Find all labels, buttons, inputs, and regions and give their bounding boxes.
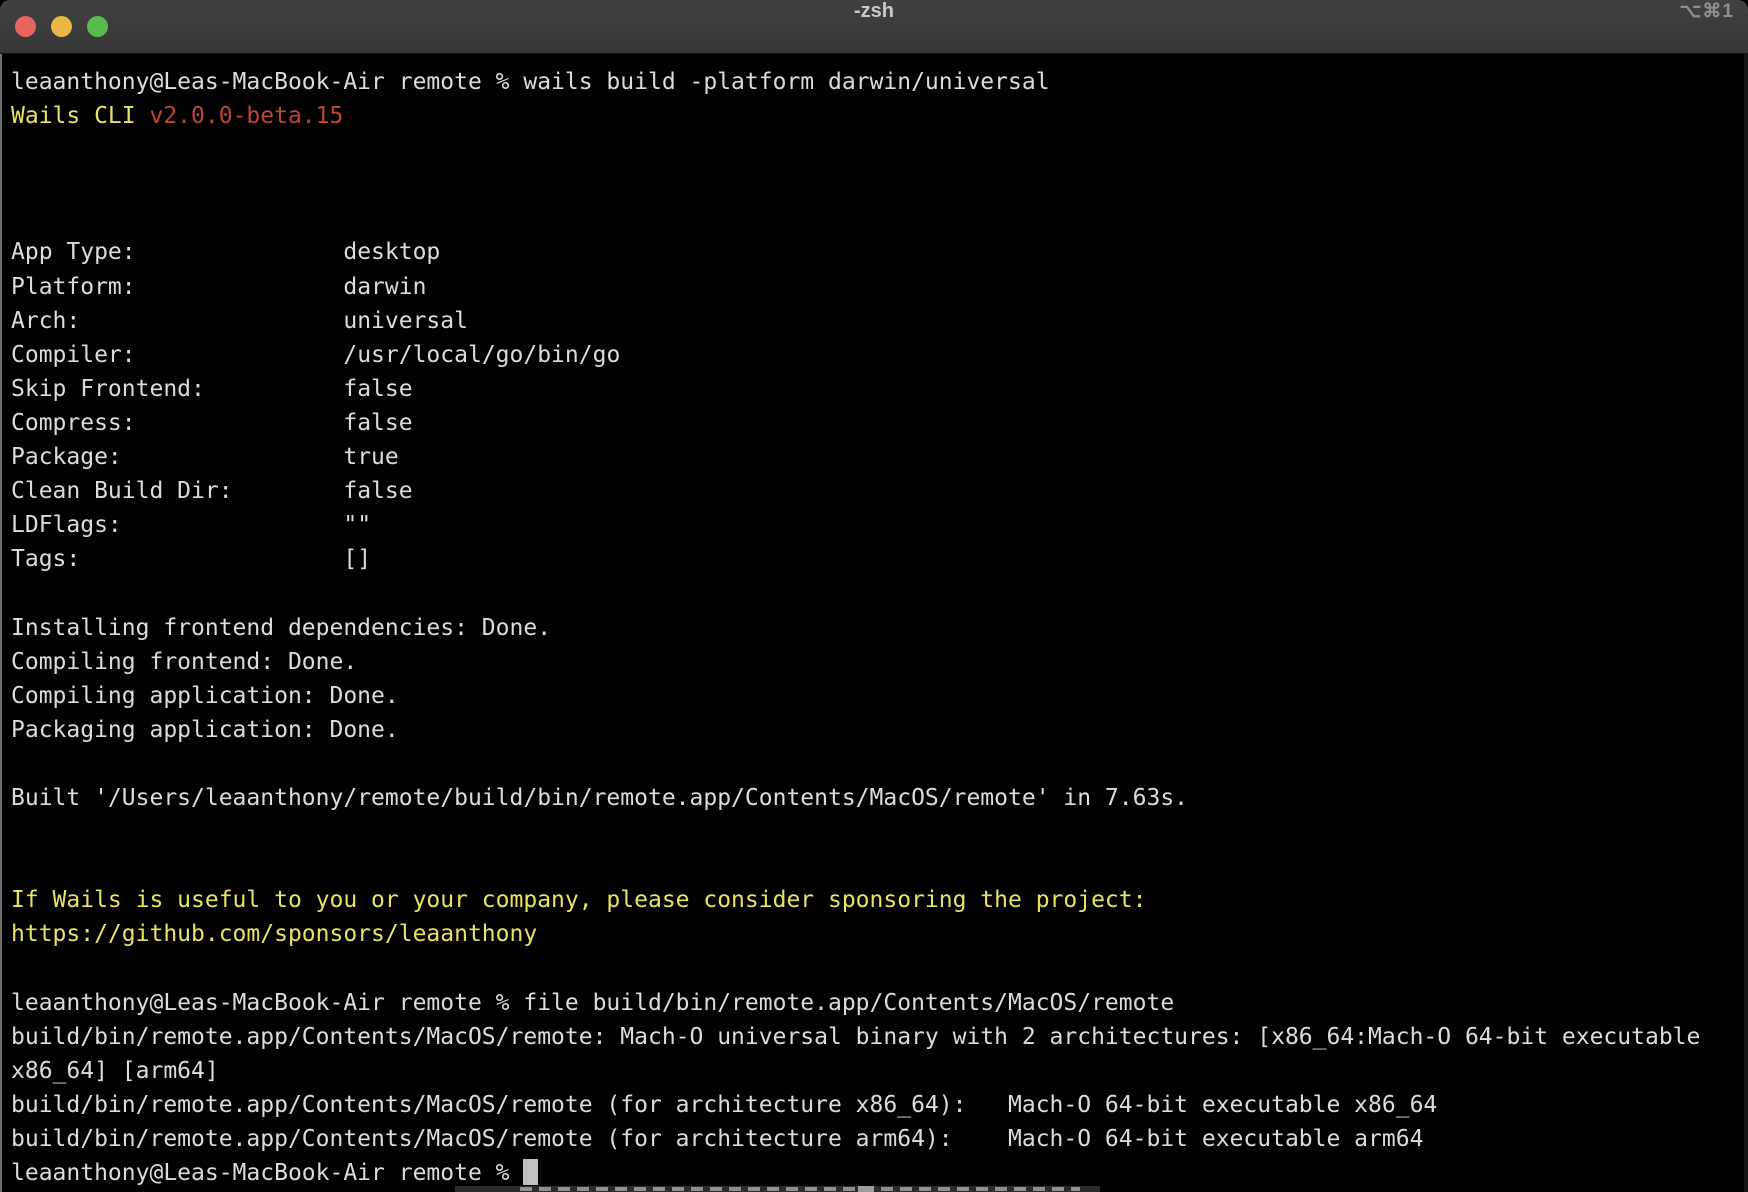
config-value: universal — [343, 308, 468, 334]
terminal-line: build/bin/remote.app/Contents/MacOS/remo… — [11, 1122, 1744, 1156]
terminal-line — [11, 815, 1744, 849]
config-value: /usr/local/go/bin/go — [343, 342, 620, 368]
terminal-line: Built '/Users/leaanthony/remote/build/bi… — [11, 781, 1744, 815]
config-value: desktop — [343, 239, 440, 265]
config-label: Arch: — [11, 308, 343, 334]
text-segment: leaanthony@Leas-MacBook-Air remote % — [11, 1160, 523, 1186]
config-value: darwin — [343, 274, 426, 300]
text-segment: leaanthony@Leas-MacBook-Air remote % wai… — [11, 69, 1050, 95]
terminal-line: Clean Build Dir: false — [11, 474, 1744, 508]
text-segment: Installing frontend dependencies: Done. — [11, 615, 551, 641]
config-label: Tags: — [11, 546, 343, 572]
text-segment: build/bin/remote.app/Contents/MacOS/remo… — [11, 1092, 1437, 1118]
terminal-line — [11, 849, 1744, 883]
terminal-line — [11, 747, 1744, 781]
text-segment: Compiling frontend: Done. — [11, 649, 357, 675]
config-value: [] — [343, 546, 371, 572]
terminal-line — [11, 576, 1744, 610]
terminal-line: Tags: [] — [11, 542, 1744, 576]
terminal-line: LDFlags: "" — [11, 508, 1744, 542]
terminal-line: Wails CLI v2.0.0-beta.15 — [11, 99, 1744, 133]
terminal-line: App Type: desktop — [11, 235, 1744, 269]
terminal-body[interactable]: leaanthony@Leas-MacBook-Air remote % wai… — [0, 54, 1748, 1192]
terminal-line — [11, 201, 1744, 235]
config-label: Platform: — [11, 274, 343, 300]
config-value: false — [343, 376, 412, 402]
text-segment: Wails CLI — [11, 103, 149, 129]
config-label: App Type: — [11, 239, 343, 265]
config-value: false — [343, 410, 412, 436]
text-segment: Built '/Users/leaanthony/remote/build/bi… — [11, 785, 1188, 811]
terminal-line: Compress: false — [11, 406, 1744, 440]
config-value: true — [343, 444, 398, 470]
text-segment: leaanthony@Leas-MacBook-Air remote % fil… — [11, 990, 1174, 1016]
terminal-line — [11, 167, 1744, 201]
close-button[interactable] — [15, 16, 36, 37]
title-bar[interactable]: -zsh ⌥⌘1 — [0, 0, 1748, 54]
terminal-line — [11, 951, 1744, 985]
background-window-text-fragments — [520, 1187, 1080, 1191]
text-segment: build/bin/remote.app/Contents/MacOS/remo… — [11, 1126, 1423, 1152]
terminal-line: leaanthony@Leas-MacBook-Air remote % wai… — [11, 65, 1744, 99]
text-segment: build/bin/remote.app/Contents/MacOS/remo… — [11, 1024, 1714, 1050]
terminal-line: Compiler: /usr/local/go/bin/go — [11, 338, 1744, 372]
terminal-line: Skip Frontend: false — [11, 372, 1744, 406]
terminal-line: Installing frontend dependencies: Done. — [11, 611, 1744, 645]
terminal-line: Packaging application: Done. — [11, 713, 1744, 747]
terminal-line: If Wails is useful to you or your compan… — [11, 883, 1744, 917]
terminal-line: build/bin/remote.app/Contents/MacOS/remo… — [11, 1088, 1744, 1122]
terminal-line: Compiling application: Done. — [11, 679, 1744, 713]
terminal-line — [11, 133, 1744, 167]
config-label: Clean Build Dir: — [11, 478, 343, 504]
zoom-button[interactable] — [87, 16, 108, 37]
active-prompt-line: leaanthony@Leas-MacBook-Air remote % — [11, 1156, 1744, 1190]
minimize-button[interactable] — [51, 16, 72, 37]
config-label: Package: — [11, 444, 343, 470]
config-label: Compiler: — [11, 342, 343, 368]
text-segment: x86_64] [arm64] — [11, 1058, 219, 1084]
terminal-line: Arch: universal — [11, 304, 1744, 338]
config-label: LDFlags: — [11, 512, 343, 538]
config-label: Skip Frontend: — [11, 376, 343, 402]
background-window-fragment — [858, 1186, 874, 1192]
traffic-lights — [15, 16, 108, 37]
terminal-cursor — [523, 1159, 538, 1185]
text-segment: Packaging application: Done. — [11, 717, 399, 743]
config-value: "" — [343, 512, 371, 538]
terminal-window: -zsh ⌥⌘1 leaanthony@Leas-MacBook-Air rem… — [0, 0, 1748, 1192]
config-label: Compress: — [11, 410, 343, 436]
config-value: false — [343, 478, 412, 504]
terminal-line: Compiling frontend: Done. — [11, 645, 1744, 679]
terminal-line: build/bin/remote.app/Contents/MacOS/remo… — [11, 1020, 1744, 1054]
terminal-line: Package: true — [11, 440, 1744, 474]
text-segment: v2.0.0-beta.15 — [149, 103, 343, 129]
text-segment: If Wails is useful to you or your compan… — [11, 887, 1146, 913]
background-window-sliver — [455, 1186, 1100, 1192]
terminal-line: leaanthony@Leas-MacBook-Air remote % fil… — [11, 986, 1744, 1020]
window-shortcut-badge: ⌥⌘1 — [1680, 0, 1734, 53]
terminal-line: x86_64] [arm64] — [11, 1054, 1744, 1088]
terminal-line: Platform: darwin — [11, 270, 1744, 304]
window-title: -zsh — [0, 0, 1748, 53]
sponsor-url: https://github.com/sponsors/leaanthony — [11, 917, 1744, 951]
text-segment: https://github.com/sponsors/leaanthony — [11, 921, 537, 947]
text-segment: Compiling application: Done. — [11, 683, 399, 709]
